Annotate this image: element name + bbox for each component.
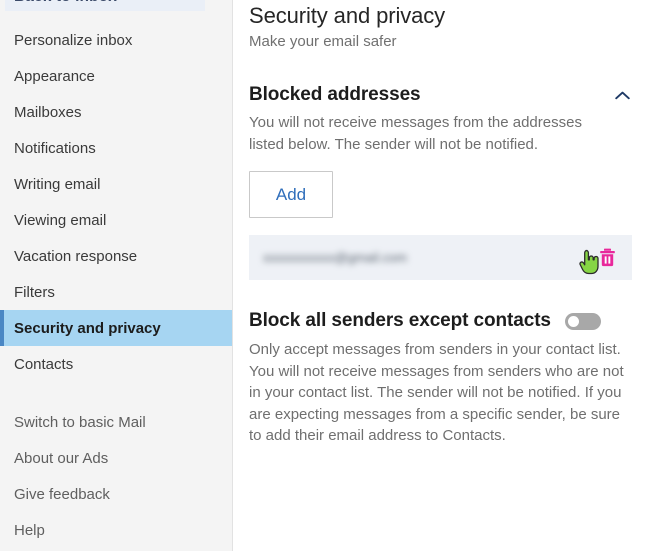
sidebar-item-about-our-ads[interactable]: About our Ads	[0, 440, 232, 476]
sidebar-item-label: Contacts	[14, 355, 74, 373]
sidebar-item-label: Help	[14, 521, 45, 539]
sidebar-nav: Personalize inbox Appearance Mailboxes N…	[0, 11, 232, 548]
trash-icon[interactable]	[579, 243, 622, 274]
blocked-address-row[interactable]: xxxxxxxxxxx@gmail.com	[249, 235, 632, 280]
toggle-knob	[567, 315, 579, 327]
sidebar-item-label: Viewing email	[14, 211, 107, 229]
settings-sidebar: Back to inbox Personalize inbox Appearan…	[0, 0, 233, 551]
back-to-inbox-label: Back to inbox	[14, 0, 117, 6]
sidebar-item-notifications[interactable]: Notifications	[0, 130, 232, 166]
sidebar-divider-gap	[0, 382, 232, 404]
blocked-address-email: xxxxxxxxxxx@gmail.com	[263, 250, 407, 265]
blocked-addresses-header: Blocked addresses	[249, 84, 636, 106]
settings-content: Security and privacy Make your email saf…	[233, 0, 651, 551]
sidebar-item-label: Personalize inbox	[14, 31, 133, 49]
page-title: Security and privacy	[249, 3, 446, 28]
sidebar-item-give-feedback[interactable]: Give feedback	[0, 476, 232, 512]
sidebar-item-label: Notifications	[14, 139, 96, 157]
sidebar-item-label: Security and privacy	[14, 319, 161, 337]
block-all-senders-section: Block all senders except contacts Only a…	[249, 310, 636, 447]
block-all-senders-header: Block all senders except contacts	[249, 310, 636, 332]
sidebar-item-help[interactable]: Help	[0, 512, 232, 548]
back-to-inbox-button[interactable]: Back to inbox	[5, 0, 205, 11]
blocked-addresses-list: xxxxxxxxxxx@gmail.com	[249, 235, 636, 280]
sidebar-item-label: Filters	[14, 283, 55, 301]
sidebar-item-vacation-response[interactable]: Vacation response	[0, 238, 232, 274]
sidebar-item-security-and-privacy[interactable]: Security and privacy	[0, 310, 232, 346]
sidebar-item-contacts[interactable]: Contacts	[0, 346, 232, 382]
sidebar-item-personalize-inbox[interactable]: Personalize inbox	[0, 22, 232, 58]
block-all-senders-toggle[interactable]	[564, 312, 601, 330]
sidebar-item-label: About our Ads	[14, 449, 109, 467]
sidebar-item-filters[interactable]: Filters	[0, 274, 232, 310]
sidebar-item-label: Mailboxes	[14, 103, 82, 121]
block-all-senders-description: Only accept messages from senders in you…	[249, 341, 624, 444]
blocked-addresses-title: Blocked addresses	[249, 84, 421, 105]
blocked-addresses-description: You will not receive messages from the a…	[249, 114, 582, 153]
sidebar-item-viewing-email[interactable]: Viewing email	[0, 202, 232, 238]
sidebar-item-appearance[interactable]: Appearance	[0, 58, 232, 94]
add-blocked-address-button[interactable]: Add	[249, 171, 333, 218]
chevron-up-icon[interactable]	[611, 84, 633, 106]
sidebar-item-label: Give feedback	[14, 485, 110, 503]
block-all-senders-title: Block all senders except contacts	[249, 310, 551, 331]
settings-page: Back to inbox Personalize inbox Appearan…	[0, 0, 651, 551]
sidebar-item-writing-email[interactable]: Writing email	[0, 166, 232, 202]
page-subtitle: Make your email safer	[249, 33, 397, 50]
sidebar-item-label: Switch to basic Mail	[14, 413, 146, 431]
sidebar-item-label: Writing email	[14, 175, 101, 193]
blocked-addresses-section: Blocked addresses You will not receive m…	[249, 84, 636, 280]
sidebar-item-switch-to-basic-mail[interactable]: Switch to basic Mail	[0, 404, 232, 440]
back-to-inbox-row: Back to inbox	[0, 0, 232, 11]
sidebar-item-label: Vacation response	[14, 247, 138, 265]
sidebar-item-mailboxes[interactable]: Mailboxes	[0, 94, 232, 130]
sidebar-item-label: Appearance	[14, 67, 95, 85]
